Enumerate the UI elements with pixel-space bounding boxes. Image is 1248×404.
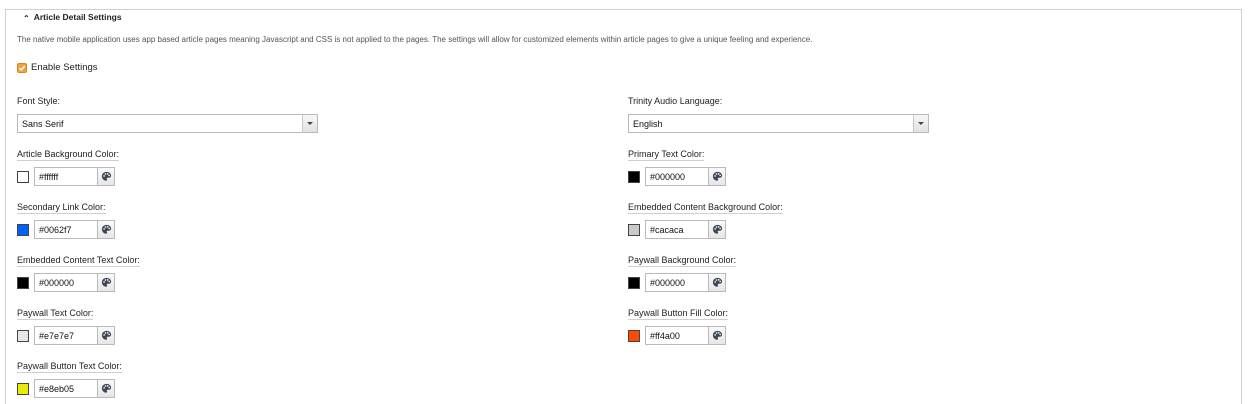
- palette-icon[interactable]: [709, 326, 726, 345]
- color-swatch[interactable]: [628, 276, 640, 289]
- enable-settings-checkbox[interactable]: [17, 62, 27, 73]
- font-style-value: Sans Serif: [22, 119, 64, 129]
- paywall-text-color-field: Paywall Text Color: #e7e7e7: [17, 303, 115, 345]
- embedded-text-color-field: Embedded Content Text Color: #000000: [17, 250, 140, 292]
- paywall-button-fill-color-field: Paywall Button Fill Color: #ff4a00: [628, 303, 729, 345]
- color-swatch[interactable]: [17, 223, 29, 236]
- paywall-button-text-color-label: Paywall Button Text Color:: [17, 361, 122, 373]
- trinity-language-field: Trinity Audio Language: English: [628, 91, 929, 133]
- caret-down-icon[interactable]: [913, 115, 928, 132]
- palette-icon[interactable]: [98, 167, 115, 186]
- color-swatch[interactable]: [628, 223, 640, 236]
- font-style-label: Font Style:: [17, 96, 61, 106]
- paywall-button-text-color-input[interactable]: #e8eb05: [34, 379, 98, 398]
- article-background-color-label: Article Background Color:: [17, 149, 120, 161]
- embedded-background-color-input[interactable]: #cacaca: [645, 220, 709, 239]
- palette-icon[interactable]: [98, 326, 115, 345]
- palette-icon[interactable]: [98, 379, 115, 398]
- palette-icon[interactable]: [709, 167, 726, 186]
- paywall-background-color-label: Paywall Background Color:: [628, 255, 737, 267]
- secondary-link-color-input[interactable]: #0062f7: [34, 220, 98, 239]
- trinity-language-value: English: [633, 119, 663, 129]
- article-background-color-field: Article Background Color: #ffffff: [17, 144, 120, 186]
- section-legend[interactable]: ⌃ Article Detail Settings: [20, 12, 125, 23]
- font-style-field: Font Style: Sans Serif: [17, 91, 318, 133]
- palette-icon[interactable]: [709, 273, 726, 292]
- color-swatch[interactable]: [628, 329, 640, 342]
- color-swatch[interactable]: [17, 170, 29, 183]
- paywall-button-fill-color-input[interactable]: #ff4a00: [645, 326, 709, 345]
- section-description: The native mobile application uses app b…: [17, 35, 813, 44]
- paywall-button-text-color-field: Paywall Button Text Color: #e8eb05: [17, 356, 122, 398]
- embedded-text-color-label: Embedded Content Text Color:: [17, 255, 140, 267]
- secondary-link-color-field: Secondary Link Color: #0062f7: [17, 197, 115, 239]
- caret-down-icon[interactable]: [302, 115, 317, 132]
- trinity-language-label: Trinity Audio Language:: [628, 96, 723, 106]
- palette-icon[interactable]: [98, 273, 115, 292]
- article-detail-settings-panel: ⌃ Article Detail Settings: [5, 9, 1242, 404]
- embedded-background-color-field: Embedded Content Background Color: #caca…: [628, 197, 783, 239]
- palette-icon[interactable]: [98, 220, 115, 239]
- enable-settings-option[interactable]: Enable Settings: [17, 62, 98, 73]
- font-style-select[interactable]: Sans Serif: [17, 114, 318, 133]
- section-title: Article Detail Settings: [33, 12, 122, 22]
- paywall-button-fill-color-label: Paywall Button Fill Color:: [628, 308, 729, 320]
- paywall-text-color-label: Paywall Text Color:: [17, 308, 94, 320]
- primary-text-color-field: Primary Text Color: #000000: [628, 144, 726, 186]
- paywall-background-color-input[interactable]: #000000: [645, 273, 709, 292]
- trinity-language-select[interactable]: English: [628, 114, 929, 133]
- paywall-text-color-input[interactable]: #e7e7e7: [34, 326, 98, 345]
- palette-icon[interactable]: [709, 220, 726, 239]
- secondary-link-color-label: Secondary Link Color:: [17, 202, 106, 214]
- color-swatch[interactable]: [628, 170, 640, 183]
- article-background-color-input[interactable]: #ffffff: [34, 167, 98, 186]
- enable-settings-label: Enable Settings: [31, 62, 98, 73]
- paywall-background-color-field: Paywall Background Color: #000000: [628, 250, 737, 292]
- color-swatch[interactable]: [17, 276, 29, 289]
- chevron-up-icon[interactable]: ⌃: [23, 14, 30, 23]
- primary-text-color-label: Primary Text Color:: [628, 149, 705, 161]
- color-swatch[interactable]: [17, 382, 29, 395]
- primary-text-color-input[interactable]: #000000: [645, 167, 709, 186]
- embedded-background-color-label: Embedded Content Background Color:: [628, 202, 783, 214]
- embedded-text-color-input[interactable]: #000000: [34, 273, 98, 292]
- color-swatch[interactable]: [17, 329, 29, 342]
